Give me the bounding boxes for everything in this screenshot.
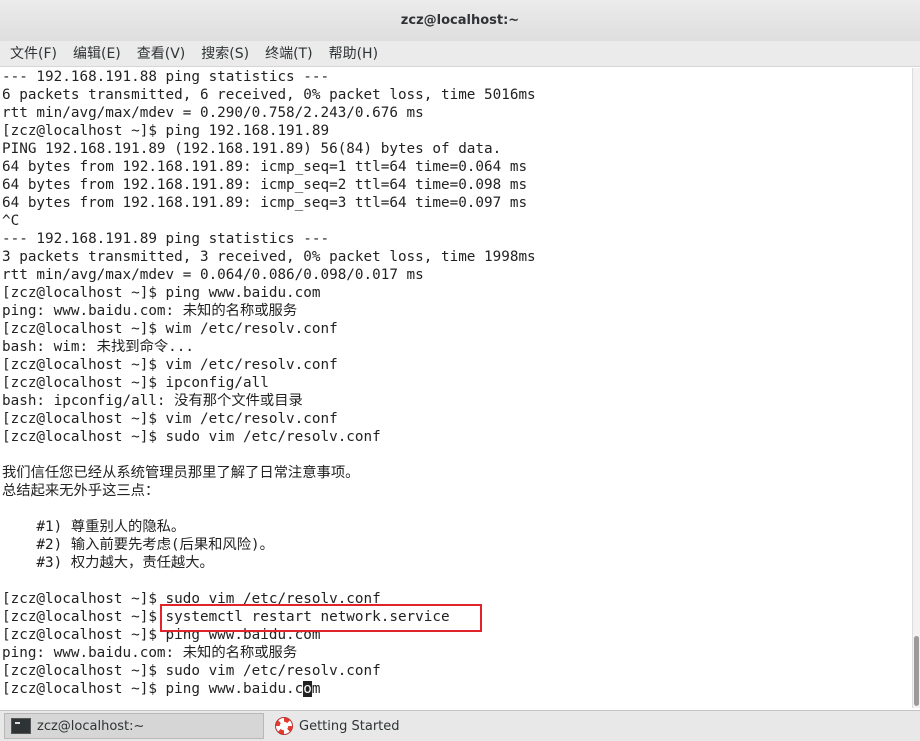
menu-edit[interactable]: 编辑(E) bbox=[65, 41, 129, 67]
terminal-line: 64 bytes from 192.168.191.89: icmp_seq=3… bbox=[2, 195, 528, 211]
terminal-line: PING 192.168.191.89 (192.168.191.89) 56(… bbox=[2, 141, 502, 157]
highlight-annotation-box bbox=[160, 604, 482, 632]
menu-file[interactable]: 文件(F) bbox=[2, 41, 65, 67]
help-lifebuoy-icon bbox=[275, 717, 293, 735]
terminal-line: [zcz@localhost ~]$ ping 192.168.191.89 bbox=[2, 123, 330, 139]
menu-help[interactable]: 帮助(H) bbox=[321, 41, 386, 67]
terminal-line: [zcz@localhost ~]$ ping www.baidu.com bbox=[2, 285, 321, 301]
terminal-line: #3) 权力越大，责任越大。 bbox=[2, 555, 214, 571]
taskbar-item-getting-started[interactable]: Getting Started bbox=[268, 713, 528, 739]
terminal-current-line[interactable]: [zcz@localhost ~]$ ping www.baidu.com bbox=[2, 680, 320, 698]
terminal-line: 3 packets transmitted, 3 received, 0% pa… bbox=[2, 249, 536, 265]
menu-terminal[interactable]: 终端(T) bbox=[257, 41, 320, 67]
menu-view[interactable]: 查看(V) bbox=[129, 41, 194, 67]
terminal-line: --- 192.168.191.89 ping statistics --- bbox=[2, 231, 330, 247]
terminal-line: [zcz@localhost ~]$ sudo vim /etc/resolv.… bbox=[2, 663, 381, 679]
terminal-prompt: [zcz@localhost ~]$ ping www.baidu.c bbox=[2, 681, 304, 697]
menu-bar: 文件(F) 编辑(E) 查看(V) 搜索(S) 终端(T) 帮助(H) bbox=[0, 41, 920, 67]
terminal-line: #2) 输入前要先考虑(后果和风险)。 bbox=[2, 537, 274, 553]
terminal-line: [zcz@localhost ~]$ sudo vim /etc/resolv.… bbox=[2, 429, 381, 445]
terminal-line: 总结起来无外乎这三点： bbox=[2, 483, 160, 499]
terminal-after-cursor: m bbox=[311, 681, 321, 697]
terminal-cursor: o bbox=[303, 681, 312, 697]
terminal-line: ^C bbox=[2, 213, 20, 229]
terminal-line: [zcz@localhost ~]$ wim /etc/resolv.conf bbox=[2, 321, 338, 337]
terminal-scrollbar[interactable] bbox=[912, 68, 920, 708]
terminal-line: bash: ipconfig/all: 没有那个文件或目录 bbox=[2, 393, 303, 409]
terminal-line: [zcz@localhost ~]$ vim /etc/resolv.conf bbox=[2, 357, 338, 373]
terminal-line: --- 192.168.191.88 ping statistics --- bbox=[2, 69, 330, 85]
terminal-line: [zcz@localhost ~]$ ipconfig/all bbox=[2, 375, 269, 391]
terminal-icon bbox=[11, 718, 31, 734]
scrollbar-thumb[interactable] bbox=[914, 636, 919, 706]
terminal-line: bash: wim: 未找到命令... bbox=[2, 339, 194, 355]
window-titlebar[interactable]: zcz@localhost:~ bbox=[0, 0, 920, 42]
terminal-line: [zcz@localhost ~]$ vim /etc/resolv.conf bbox=[2, 411, 338, 427]
terminal-line: 64 bytes from 192.168.191.89: icmp_seq=1… bbox=[2, 159, 528, 175]
taskbar-item-label: Getting Started bbox=[299, 718, 400, 734]
taskbar-item-terminal[interactable]: zcz@localhost:~ bbox=[4, 713, 264, 739]
taskbar: zcz@localhost:~ Getting Started bbox=[0, 710, 920, 741]
terminal-line: 6 packets transmitted, 6 received, 0% pa… bbox=[2, 87, 536, 103]
terminal-line: #1) 尊重别人的隐私。 bbox=[2, 519, 186, 535]
taskbar-item-label: zcz@localhost:~ bbox=[37, 718, 145, 734]
terminal-line: ping: www.baidu.com: 未知的名称或服务 bbox=[2, 303, 298, 319]
menu-search[interactable]: 搜索(S) bbox=[193, 41, 257, 67]
terminal-line: rtt min/avg/max/mdev = 0.064/0.086/0.098… bbox=[2, 267, 424, 283]
window-title: zcz@localhost:~ bbox=[400, 13, 520, 28]
terminal-line: ping: www.baidu.com: 未知的名称或服务 bbox=[2, 645, 298, 661]
terminal-line: 我们信任您已经从系统管理员那里了解了日常注意事项。 bbox=[2, 465, 360, 481]
terminal-line: 64 bytes from 192.168.191.89: icmp_seq=2… bbox=[2, 177, 528, 193]
terminal-line: rtt min/avg/max/mdev = 0.290/0.758/2.243… bbox=[2, 105, 424, 121]
